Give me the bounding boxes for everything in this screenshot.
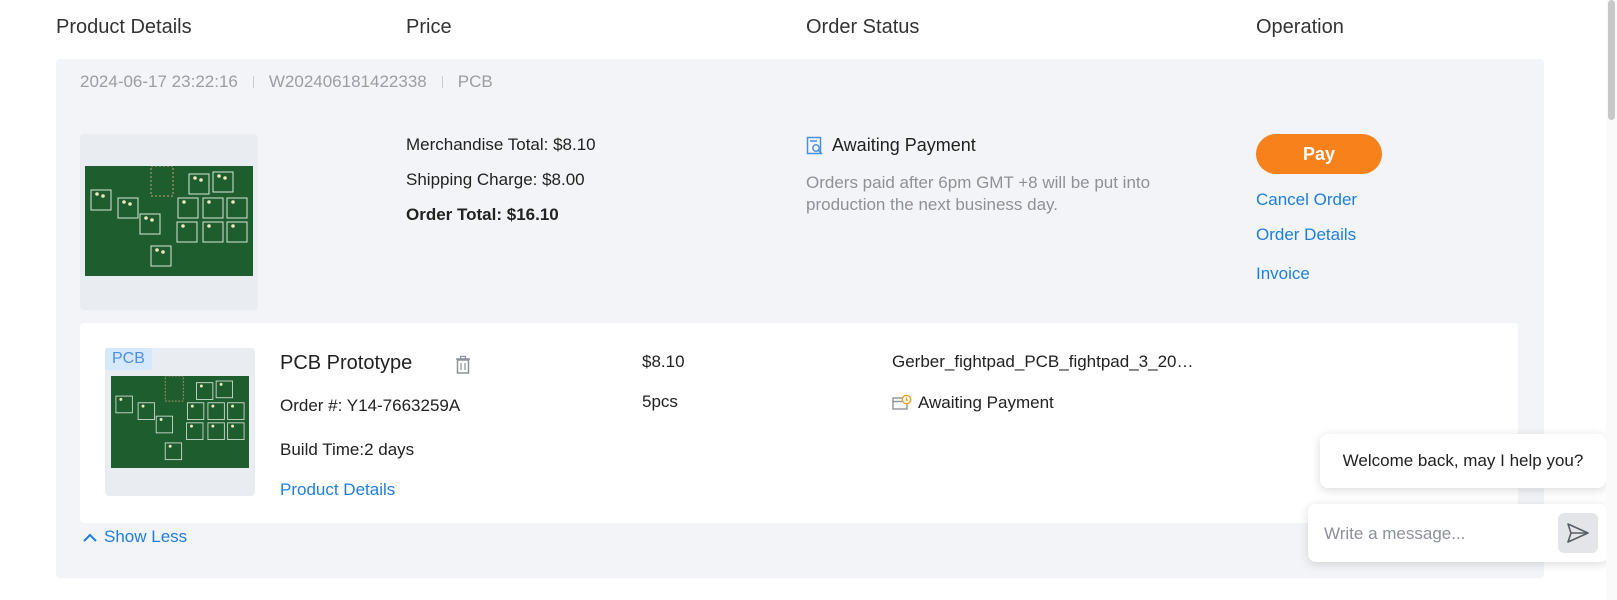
item-status: Awaiting Payment xyxy=(892,393,1054,413)
merchandise-total: Merchandise Total: $8.10 xyxy=(406,135,596,154)
operation-column: Pay Cancel Order Order Details Invoice xyxy=(1256,134,1382,284)
order-thumbnail xyxy=(80,134,258,310)
pcb-image xyxy=(111,376,249,468)
order-details-link[interactable]: Order Details xyxy=(1256,225,1382,245)
show-less-label: Show Less xyxy=(104,527,188,546)
item-file-name[interactable]: Gerber_fightpad_PCB_fightpad_3_20… xyxy=(892,352,1212,372)
scrollbar-thumb[interactable] xyxy=(1608,0,1615,120)
order-card: 2024-06-17 23:22:16 W202406181422338 PCB xyxy=(56,59,1544,578)
send-icon xyxy=(1567,523,1589,543)
meta-divider xyxy=(252,76,254,88)
invoice-link[interactable]: Invoice xyxy=(1256,264,1382,284)
column-header-product-details: Product Details xyxy=(56,16,192,38)
order-item-card: PCB PCB Prototype Order #: Y14-7663259A … xyxy=(80,323,1518,523)
item-price: $8.10 xyxy=(642,352,685,371)
status-title: Awaiting Payment xyxy=(806,135,1166,156)
awaiting-payment-doc-icon xyxy=(806,136,823,155)
product-details-link[interactable]: Product Details xyxy=(280,480,395,500)
meta-divider xyxy=(441,76,443,88)
item-quantity: 5pcs xyxy=(642,392,678,411)
wallet-clock-icon xyxy=(892,394,912,410)
cancel-order-link[interactable]: Cancel Order xyxy=(1256,190,1382,210)
order-date: 2024-06-17 23:22:16 xyxy=(80,72,238,91)
page-scrollbar[interactable] xyxy=(1606,0,1617,600)
order-id: W202406181422338 xyxy=(268,72,427,91)
item-status-label: Awaiting Payment xyxy=(918,393,1054,412)
item-thumbnail: PCB xyxy=(105,348,255,496)
chat-input-box xyxy=(1308,504,1608,562)
order-total: Order Total: $16.10 xyxy=(406,205,559,224)
order-meta: 2024-06-17 23:22:16 W202406181422338 PCB xyxy=(80,72,493,92)
pcb-tag: PCB xyxy=(105,348,152,370)
column-header-order-status: Order Status xyxy=(806,16,920,38)
order-type: PCB xyxy=(457,72,493,91)
item-order-number: Order #: Y14-7663259A xyxy=(280,396,461,415)
order-status: Awaiting Payment Orders paid after 6pm G… xyxy=(806,135,1166,216)
show-less-toggle[interactable]: Show Less xyxy=(82,527,187,547)
pay-button[interactable]: Pay xyxy=(1256,134,1382,174)
chat-message-input[interactable] xyxy=(1322,518,1556,550)
pcb-image xyxy=(85,166,253,276)
item-build-time: Build Time:2 days xyxy=(280,440,415,459)
column-header-operation: Operation xyxy=(1256,16,1344,38)
price-summary: Merchandise Total: $8.10 Shipping Charge… xyxy=(406,135,596,240)
trash-icon[interactable] xyxy=(454,355,472,375)
chat-welcome-bubble[interactable]: Welcome back, may I help you? xyxy=(1320,434,1606,488)
shipping-charge: Shipping Charge: $8.00 xyxy=(406,170,585,189)
item-name: PCB Prototype xyxy=(280,352,413,374)
column-header-price: Price xyxy=(406,16,452,38)
send-button[interactable] xyxy=(1558,513,1598,553)
status-label: Awaiting Payment xyxy=(832,135,976,155)
status-note: Orders paid after 6pm GMT +8 will be put… xyxy=(806,173,1151,214)
chevron-up-icon xyxy=(83,533,97,542)
